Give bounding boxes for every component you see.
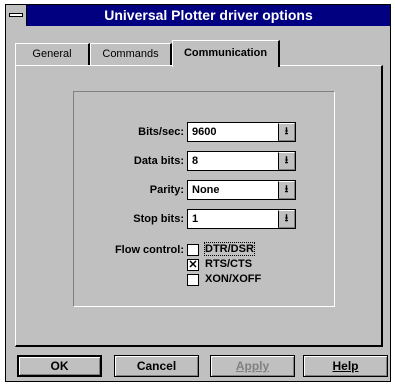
bits-per-sec-value: 9600 — [192, 126, 217, 138]
apply-button-label: Apply — [235, 359, 270, 373]
communication-panel: Bits/sec: 9600 ⭳ Data bits: 8 ⭳ Parity: … — [15, 65, 383, 347]
tab-general-label: General — [32, 48, 72, 60]
cancel-button[interactable]: Cancel — [114, 355, 199, 377]
dtr-dsr-label: DTR/DSR — [204, 242, 255, 256]
dropdown-arrow-icon[interactable]: ⭳ — [278, 123, 295, 141]
apply-button[interactable]: Apply — [210, 355, 295, 377]
settings-group: Bits/sec: 9600 ⭳ Data bits: 8 ⭳ Parity: … — [73, 91, 335, 307]
stop-bits-label: Stop bits: — [133, 213, 184, 225]
stop-bits-dropdown[interactable]: 1 ⭳ — [187, 209, 296, 229]
bits-per-sec-dropdown[interactable]: 9600 ⭳ — [187, 122, 296, 142]
parity-value: None — [192, 184, 220, 196]
tab-general[interactable]: General — [15, 43, 90, 65]
stop-bits-value: 1 — [192, 213, 199, 225]
ok-button-label: OK — [50, 359, 69, 373]
parity-dropdown[interactable]: None ⭳ — [187, 180, 296, 200]
options-dialog: Universal Plotter driver options General… — [5, 4, 391, 382]
help-button[interactable]: Help — [303, 355, 388, 377]
rts-cts-label: RTS/CTS — [205, 258, 253, 270]
data-bits-value: 8 — [192, 155, 199, 167]
system-menu-icon — [9, 13, 23, 17]
bits-per-sec-label: Bits/sec: — [138, 126, 184, 138]
cancel-button-label: Cancel — [136, 359, 177, 373]
dtr-dsr-checkbox[interactable] — [187, 244, 199, 256]
xon-xoff-checkbox[interactable] — [187, 274, 199, 286]
system-menu-button[interactable] — [6, 5, 27, 26]
help-button-label: Help — [332, 359, 359, 373]
tab-communication-label: Communication — [183, 47, 268, 59]
parity-label: Parity: — [149, 184, 184, 196]
tab-communication[interactable]: Communication — [172, 40, 280, 67]
rts-cts-checkbox[interactable]: ✕ — [187, 259, 199, 271]
ok-button[interactable]: OK — [17, 355, 102, 377]
title-bar: Universal Plotter driver options — [6, 5, 390, 26]
window-title: Universal Plotter driver options — [104, 7, 313, 23]
checkmark-icon: ✕ — [188, 259, 198, 271]
tab-commands-label: Commands — [102, 48, 159, 60]
tab-commands[interactable]: Commands — [90, 43, 172, 65]
data-bits-dropdown[interactable]: 8 ⭳ — [187, 151, 296, 171]
data-bits-label: Data bits: — [133, 155, 184, 167]
dropdown-arrow-icon[interactable]: ⭳ — [278, 181, 295, 199]
dropdown-arrow-icon[interactable]: ⭳ — [278, 152, 295, 170]
flow-control-label: Flow control: — [114, 244, 184, 256]
xon-xoff-label: XON/XOFF — [205, 273, 262, 285]
dropdown-arrow-icon[interactable]: ⭳ — [278, 210, 295, 228]
